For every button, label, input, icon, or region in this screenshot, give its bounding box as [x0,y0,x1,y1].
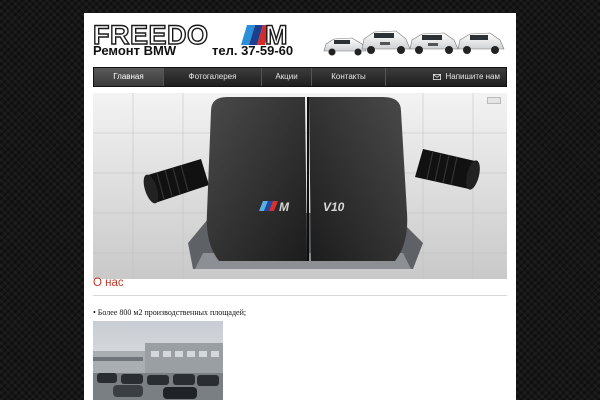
nav-item-promotions[interactable]: Акции [262,68,312,86]
engine-image: M V10 [93,93,507,279]
section-title: О нас [93,277,124,289]
nav-item-contacts[interactable]: Контакты [312,68,386,86]
write-to-us-label: Напишите нам [445,72,500,81]
page-container: FREEDO M Ремонт BMW тел. 37-59-60 Главна… [84,13,516,400]
banner-image: M V10 [93,93,507,279]
header-subtitle: Ремонт BMW [93,43,177,58]
header-phone: тел. 37-59-60 [212,43,294,58]
write-to-us-link[interactable]: Напишите нам [433,68,500,86]
engine-badge: V10 [323,200,345,214]
section-divider [93,295,507,296]
nav-item-home[interactable]: Главная [94,68,164,86]
svg-text:M: M [279,200,290,214]
about-bullet: • Более 800 м2 производственных площадей… [93,308,247,317]
nav-item-gallery[interactable]: Фотогалерея [164,68,262,86]
service-building-photo [93,321,223,400]
banner-control-button[interactable] [487,97,501,104]
mail-icon [433,73,442,80]
cars-image [323,30,505,56]
main-nav: Главная Фотогалерея Акции Контакты Напиш… [93,67,507,87]
